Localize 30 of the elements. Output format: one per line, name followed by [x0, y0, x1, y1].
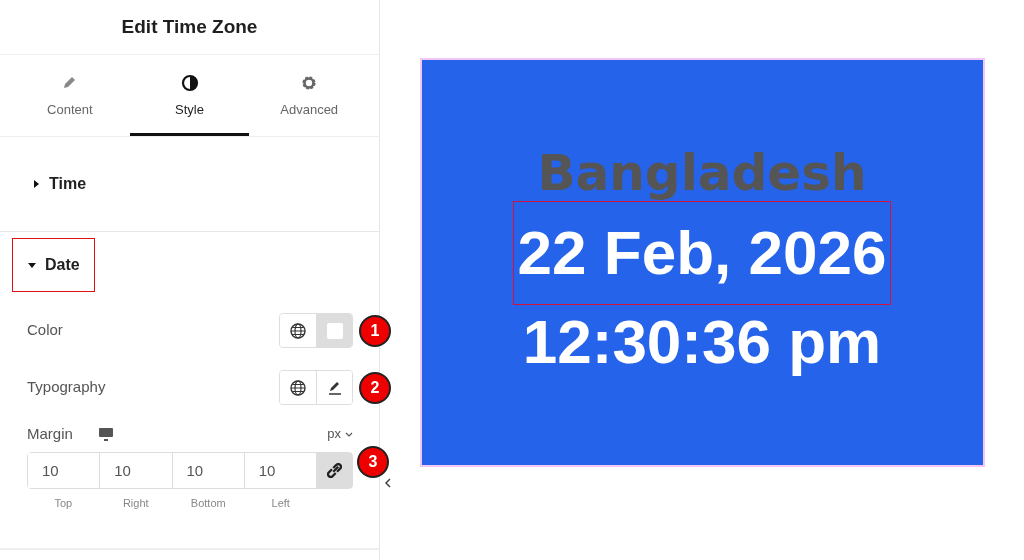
contrast-icon: [180, 73, 199, 92]
field-label: Left: [270, 496, 291, 511]
section-header[interactable]: Time: [16, 157, 102, 211]
collapse-icon: [383, 478, 393, 488]
tab[interactable]: Advanced: [249, 55, 369, 136]
callout-badge: 2: [359, 371, 391, 404]
panel-title: Edit Time Zone: [0, 0, 379, 55]
desktop-icon: [96, 425, 115, 443]
chevron-down-icon: [345, 431, 353, 437]
control-label: Typography: [27, 377, 106, 398]
country-name: Bangladesh: [537, 145, 867, 201]
tab[interactable]: Content: [10, 55, 130, 136]
field-label: Bottom: [189, 496, 227, 511]
time-text: 12:30:36 pm: [522, 306, 882, 378]
edit-button[interactable]: [316, 371, 352, 404]
caret-icon: [31, 179, 41, 189]
field-label: Top: [53, 496, 74, 511]
field-label: Right: [121, 496, 150, 511]
caret-icon: [27, 260, 37, 270]
date-text: 22 Feb, 2026: [512, 200, 892, 305]
control-label: Margin: [27, 423, 73, 444]
control-label: Color: [27, 320, 63, 341]
color-picker[interactable]: [316, 314, 352, 347]
globe-icon: [289, 378, 307, 397]
callout-badge: 3: [357, 446, 389, 478]
section-header[interactable]: Date: [12, 238, 95, 292]
unit-selector[interactable]: px: [327, 424, 353, 444]
tab[interactable]: Style: [129, 55, 250, 136]
callout-badge: 1: [359, 314, 391, 347]
globe-icon: [289, 321, 307, 340]
